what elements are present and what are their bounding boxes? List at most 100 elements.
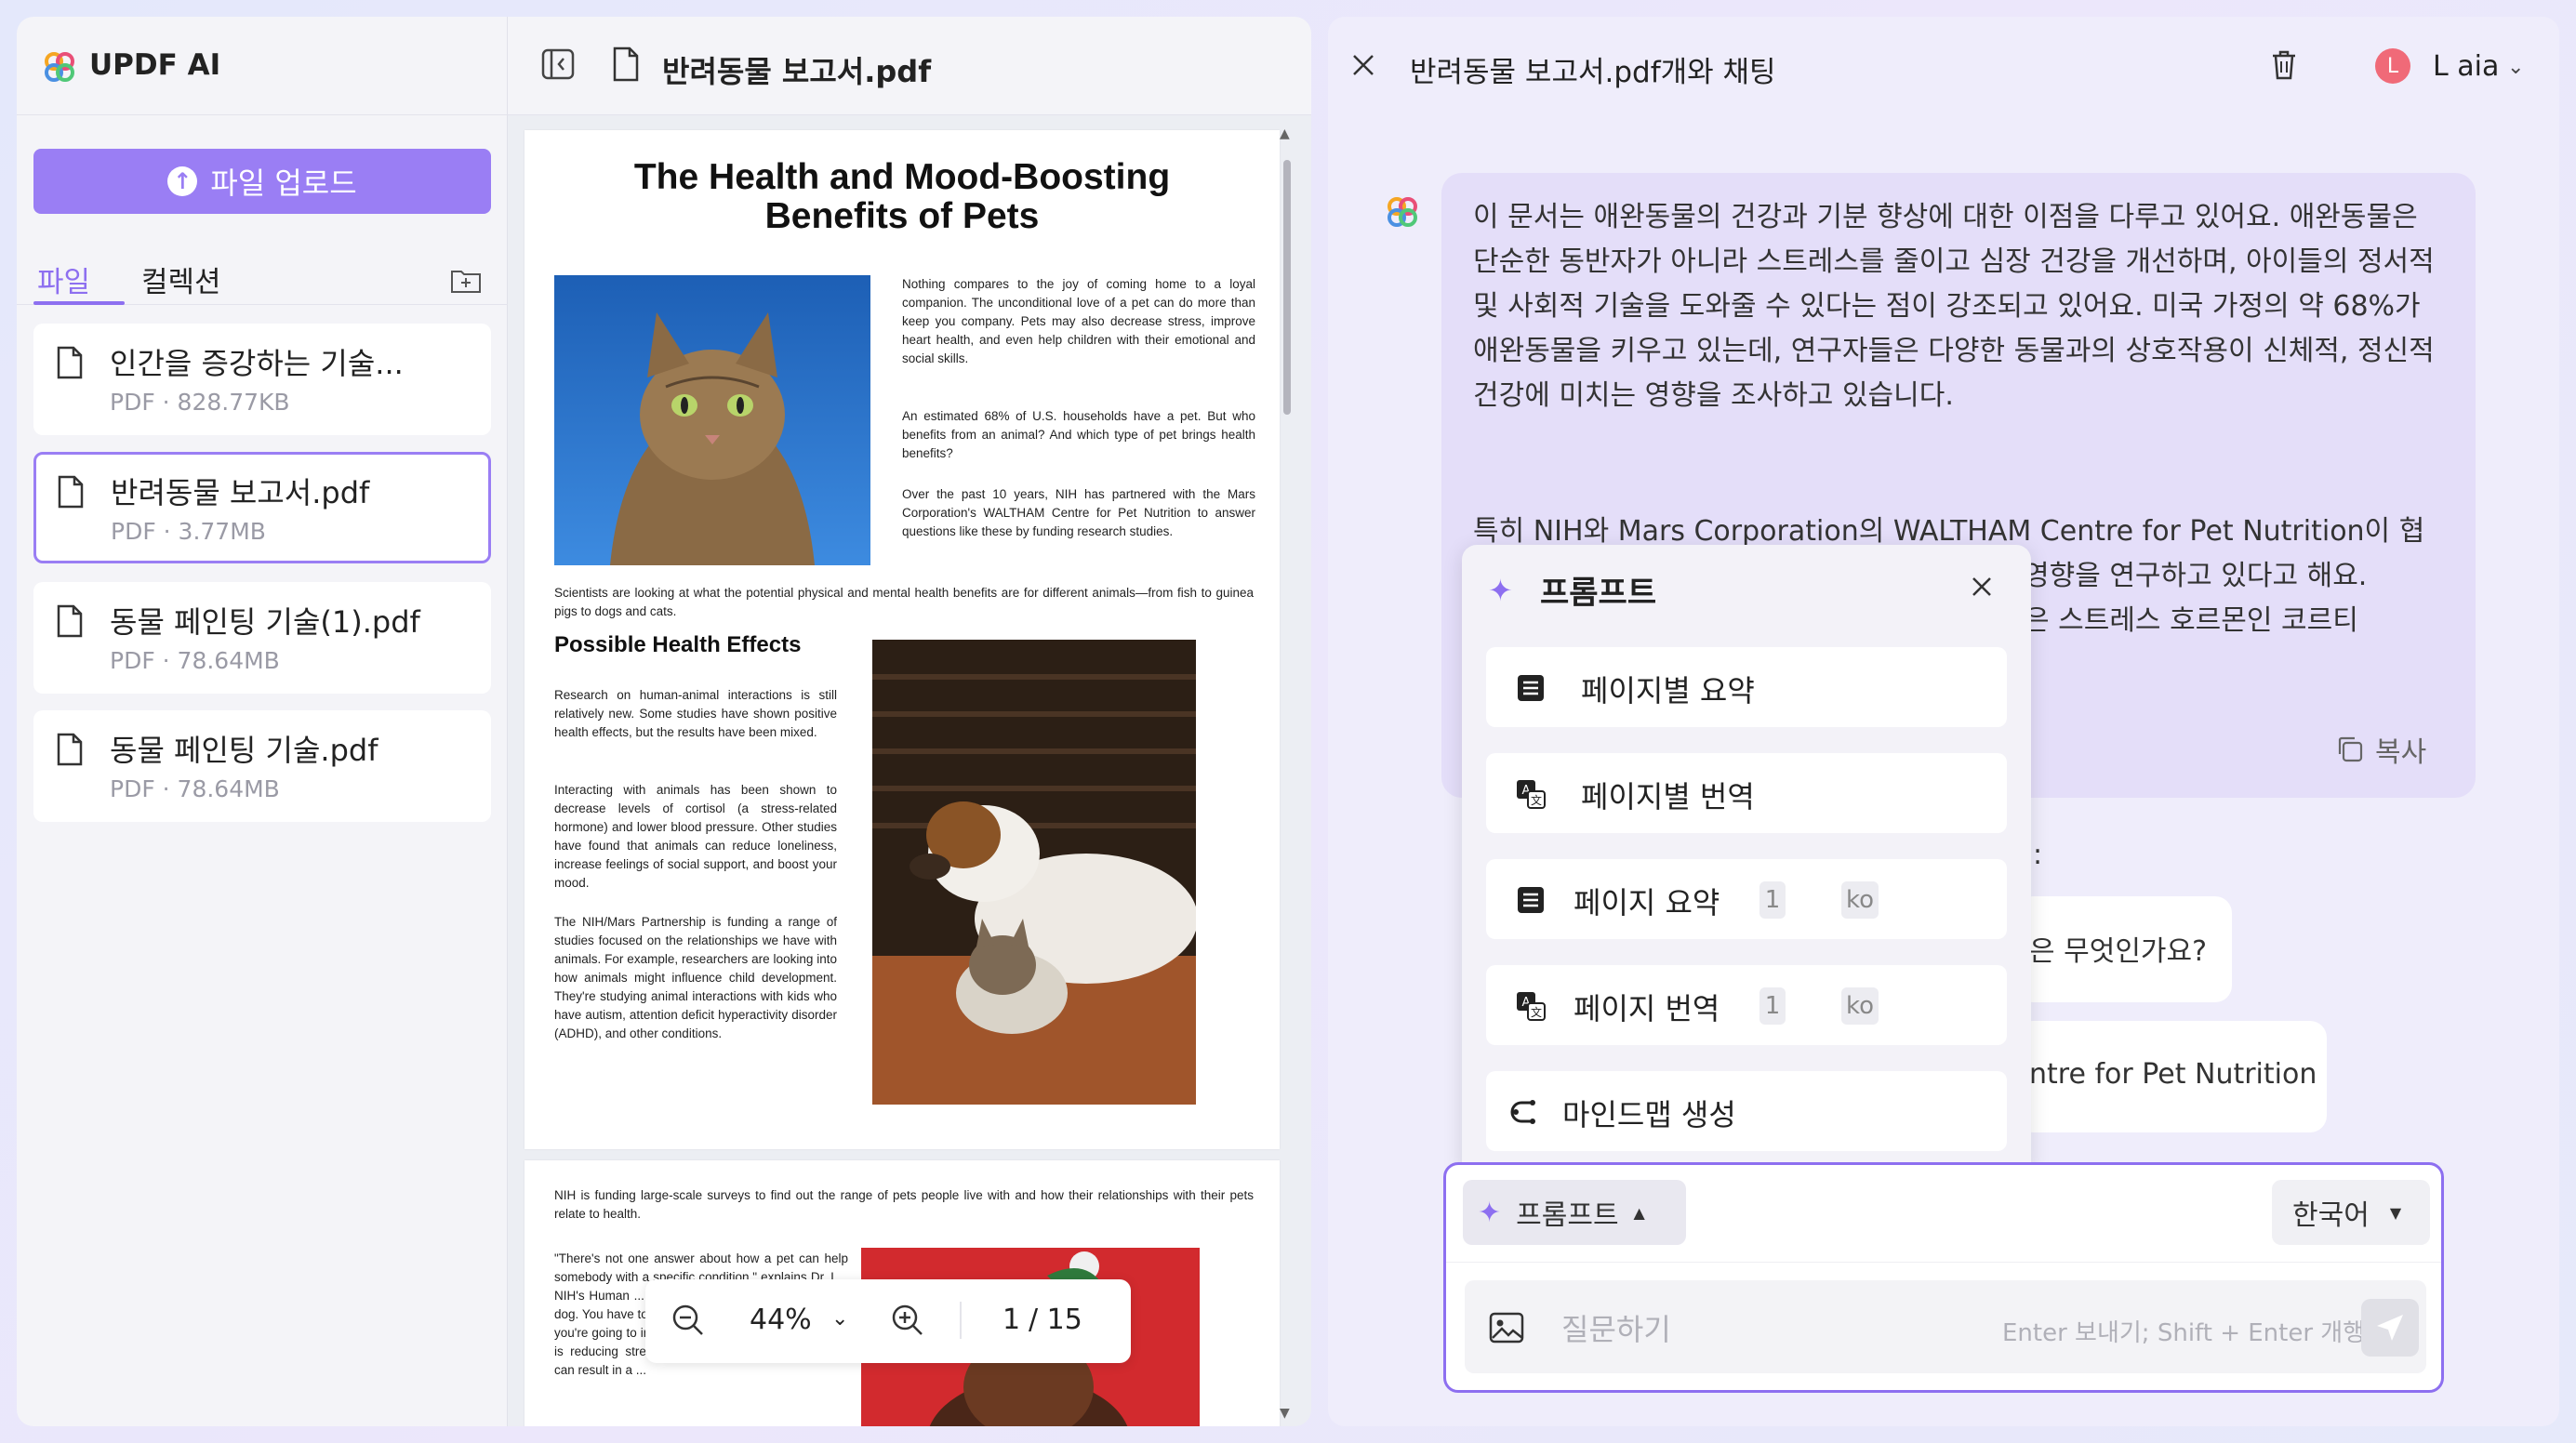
list-icon [1518,675,1544,701]
translate-icon: A文 [1517,992,1546,1021]
divider [1446,1262,2441,1263]
file-name: 동물 페인팅 기술(1).pdf [110,604,420,640]
chat-input-box: ✦ 프롬프트 ▲ 한국어 ▼ 질문하기 Enter 보내기; Shift + E… [1443,1162,2444,1393]
copy-icon [2338,736,2363,762]
prompt-item-summarize-page[interactable]: 페이지 요약 1 ko [1486,859,2007,939]
language-chip[interactable]: ko [1841,987,1879,1025]
input-hint: Enter 보내기; Shift + Enter 개행 [2002,1319,2366,1347]
prompt-item-translate-page[interactable]: A文 페이지 번역 1 ko [1486,965,2007,1045]
file-icon [57,346,83,379]
list-icon [1518,887,1544,913]
prompt-item-mindmap[interactable]: 마인드맵 생성 [1486,1071,2007,1151]
prompt-item-label: 마인드맵 생성 [1562,1097,1736,1132]
prompt-menu-title: 프롬프트 [1540,575,1657,612]
prompt-toggle-label: 프롬프트 [1516,1199,1619,1232]
file-icon [58,475,84,509]
language-chip[interactable]: ko [1841,881,1879,919]
trash-icon[interactable] [2269,48,2299,82]
collapse-sidebar-icon[interactable] [541,48,575,80]
file-name: 인간을 증강하는 기술... [110,346,404,381]
sparkle-icon: ✦ [1478,1196,1502,1229]
scroll-down-icon[interactable]: ▼ [1280,1406,1290,1421]
dog-cat-photo [872,640,1196,1105]
viewer-toolbar: 반려동물 보고서.pdf [508,17,1311,115]
new-folder-icon[interactable] [450,268,482,294]
divider [960,1302,962,1339]
file-meta: PDF · 3.77MB [111,518,266,545]
prompt-item-summarize-pages[interactable]: 페이지별 요약 [1486,647,2007,727]
file-meta: PDF · 78.64MB [110,647,280,674]
sparkle-icon: ✦ [1488,573,1513,608]
send-button[interactable] [2361,1299,2419,1357]
page-title: The Health and Mood-Boosting Benefits of… [633,157,1171,236]
pdf-page: The Health and Mood-Boosting Benefits of… [524,130,1280,1149]
paragraph-nih-mars: The NIH/Mars Partnership is funding a ra… [554,915,837,1040]
zoom-in-icon[interactable] [891,1304,924,1337]
sidebar: UPDF AI ↑ 파일 업로드 파일 컬렉션 인간을 증강하는 기술... P… [17,17,508,1426]
image-upload-icon[interactable] [1489,1312,1524,1344]
user-name[interactable]: L aia [2433,50,2499,83]
file-meta: PDF · 78.64MB [110,775,280,802]
paragraph-partnership: Over the past 10 years, NIH has partnere… [902,487,1255,538]
document-icon [613,46,639,82]
total-pages: / 15 [1029,1304,1082,1336]
prompt-item-translate-pages[interactable]: A文 페이지별 번역 [1486,753,2007,833]
chat-header: 반려동물 보고서.pdf개와 채팅 L L aia ⌄ [1328,17,2559,115]
user-message-text: ntre for Pet Nutrition [2029,1058,2317,1091]
send-icon [2377,1315,2403,1341]
zoom-dropdown-icon[interactable]: ⌄ [831,1307,848,1330]
file-icon [57,604,83,638]
prompt-item-label: 페이지 요약 [1573,885,1720,920]
zoom-out-icon[interactable] [671,1304,705,1337]
caret-down-icon: ▼ [2389,1203,2402,1222]
current-page[interactable]: 1 [1003,1304,1020,1336]
viewer-scrollbar[interactable]: ▲ ▼ [1276,126,1295,1421]
prompt-item-label: 페이지 번역 [1573,991,1720,1026]
tab-files[interactable]: 파일 [37,258,90,300]
upload-label: 파일 업로드 [210,165,357,201]
prompt-menu: ✦ 프롬프트 페이지별 요약 A文 페이지별 번역 페이지 요약 1 ko A文… [1462,545,2031,1177]
copy-label: 복사 [2375,736,2427,769]
scroll-up-icon[interactable]: ▲ [1280,126,1290,141]
file-item[interactable]: 인간을 증강하는 기술... PDF · 828.77KB [33,324,491,435]
svg-text:文: 文 [1531,793,1542,807]
question-input[interactable]: 질문하기 Enter 보내기; Shift + Enter 개행 [1465,1280,2426,1373]
language-select[interactable]: 한국어 ▼ [2272,1180,2430,1245]
file-item[interactable]: 동물 페인팅 기술.pdf PDF · 78.64MB [33,710,491,822]
user-message-text: 은 무엇인가요? [2029,935,2208,968]
ai-avatar-icon [1388,197,1417,227]
paragraph-surveys: NIH is funding large-scale surveys to fi… [554,1188,1254,1221]
paragraph-scientists: Scientists are looking at what the poten… [554,586,1254,618]
partial-text: : [2033,839,2043,871]
caret-up-icon: ▲ [1633,1203,1645,1222]
scroll-thumb[interactable] [1283,160,1291,415]
avatar[interactable]: L [2375,48,2410,84]
file-icon [57,733,83,766]
close-icon[interactable] [1350,52,1376,78]
prompt-toggle-button[interactable]: ✦ 프롬프트 ▲ [1463,1180,1686,1245]
ai-message-paragraph: 이 문서는 애완동물의 건강과 기분 향상에 대한 이점을 다루고 있어요. 애… [1473,201,2435,412]
file-item-selected[interactable]: 반려동물 보고서.pdf PDF · 3.77MB [33,452,491,563]
section-heading: Possible Health Effects [554,632,802,657]
page-number-chip[interactable]: 1 [1759,987,1786,1025]
document-viewer: 반려동물 보고서.pdf The Health and Mood-Boostin… [508,17,1311,1426]
copy-button[interactable]: 복사 [2336,729,2426,770]
file-name: 동물 페인팅 기술.pdf [110,733,378,768]
cat-photo [554,275,870,565]
file-item[interactable]: 동물 페인팅 기술(1).pdf PDF · 78.64MB [33,582,491,694]
upload-file-button[interactable]: ↑ 파일 업로드 [33,149,491,214]
translate-icon: A文 [1517,780,1546,809]
paragraph-interacting: Interacting with animals has been shown … [554,783,837,890]
prompt-item-label: 페이지별 번역 [1581,779,1755,814]
zoom-level[interactable]: 44% [750,1304,812,1336]
chevron-down-icon[interactable]: ⌄ [2507,56,2524,79]
tab-collections[interactable]: 컬렉션 [141,258,221,300]
close-icon[interactable] [1972,576,1992,597]
prompt-item-label: 페이지별 요약 [1581,673,1755,708]
language-value: 한국어 [2292,1199,2370,1232]
page-number-chip[interactable]: 1 [1759,881,1786,919]
input-placeholder: 질문하기 [1561,1312,1671,1347]
zoom-toolbar: 44% ⌄ 1 / 15 [645,1279,1131,1363]
paragraph-intro: Nothing compares to the joy of coming ho… [902,277,1255,365]
sidebar-tabs: 파일 컬렉션 [17,249,508,305]
